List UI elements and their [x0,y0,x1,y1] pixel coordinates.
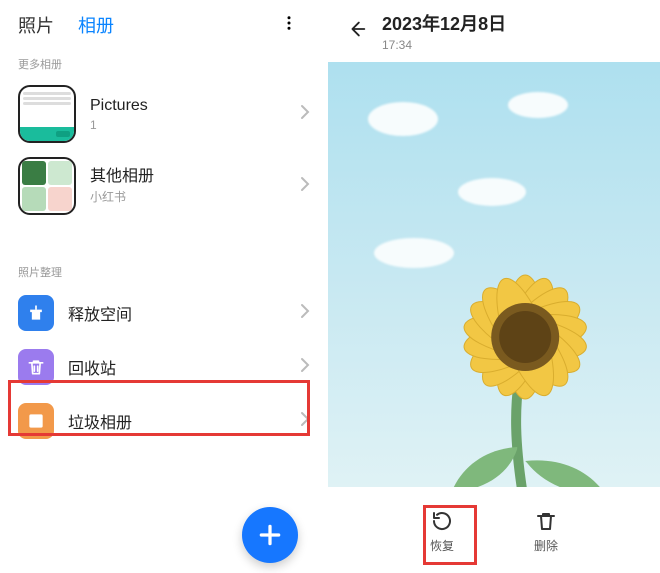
manage-label: 垃圾相册 [68,409,300,433]
restore-button[interactable]: 恢复 [430,509,454,554]
tab-photos[interactable]: 照片 [18,12,54,38]
album-subtitle: 小红书 [90,188,300,205]
album-thumb-others [18,157,76,215]
preview-photo[interactable] [328,62,660,487]
preview-actions: 恢复 删除 [328,495,660,567]
trash-icon [18,349,54,385]
manage-junk-album[interactable]: 垃圾相册 [0,394,328,448]
manage-recycle-bin[interactable]: 回收站 [0,340,328,394]
chevron-right-icon [300,303,310,324]
delete-label: 删除 [534,537,558,554]
manage-free-space[interactable]: 释放空间 [0,286,328,340]
preview-date: 2023年12月8日 [382,10,506,36]
manage-label: 释放空间 [68,301,300,325]
chevron-right-icon [300,357,310,378]
section-manage: 照片整理 [0,258,328,286]
preview-time: 17:34 [382,38,506,52]
photo-preview-panel: 2023年12月8日 17:34 [328,0,660,573]
tabs-row: 照片 相册 [0,0,328,50]
more-menu-icon[interactable] [280,14,298,37]
albums-panel: 照片 相册 更多相册 Pictures 1 其他相册 小红书 照片整 [0,0,328,573]
album-others[interactable]: 其他相册 小红书 [0,150,328,222]
preview-header: 2023年12月8日 17:34 [328,0,660,62]
broom-icon [18,295,54,331]
back-button[interactable] [346,18,368,45]
add-button[interactable] [242,507,298,563]
album-pictures[interactable]: Pictures 1 [0,78,328,150]
tab-albums[interactable]: 相册 [78,12,114,38]
sunflower-image [395,217,655,487]
restore-label: 恢复 [430,537,454,554]
album-count: 1 [90,118,300,132]
section-more-albums: 更多相册 [0,50,328,78]
chevron-right-icon [300,411,310,432]
album-thumb-pictures [18,85,76,143]
album-title: 其他相册 [90,167,300,186]
delete-button[interactable]: 删除 [534,509,558,554]
chevron-right-icon [300,104,310,125]
chevron-right-icon [300,176,310,197]
album-title: Pictures [90,96,300,115]
folder-icon [18,403,54,439]
manage-label: 回收站 [68,355,300,379]
